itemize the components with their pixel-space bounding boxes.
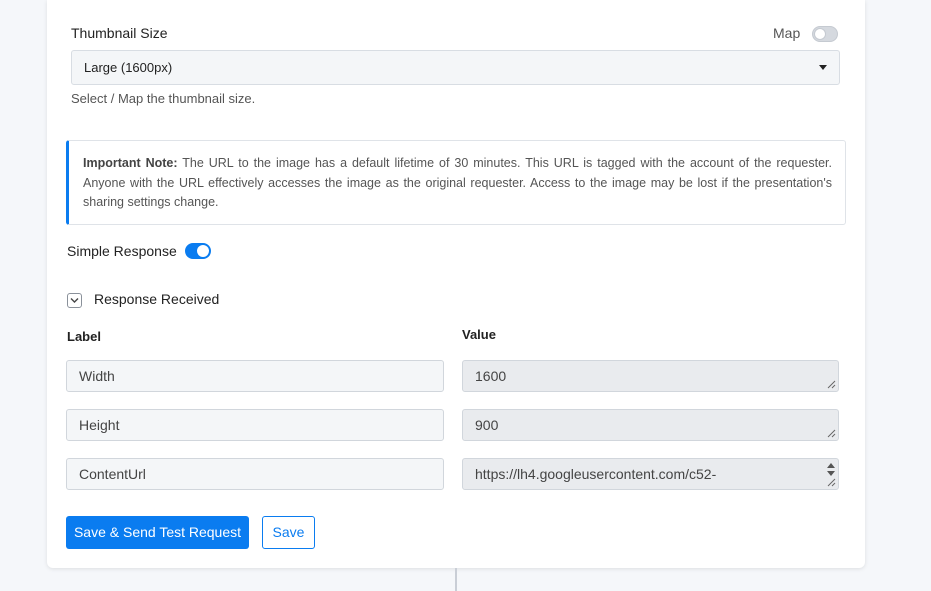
map-toggle[interactable] bbox=[812, 26, 838, 42]
simple-response-label: Simple Response bbox=[67, 243, 177, 259]
response-value-text: https://lh4.googleusercontent.com/c52- bbox=[475, 466, 717, 482]
chevron-down-icon bbox=[70, 298, 79, 303]
response-label-field[interactable]: ContentUrl bbox=[66, 458, 444, 490]
resize-handle-icon[interactable] bbox=[827, 380, 836, 389]
response-settings-card: Thumbnail Size Map Large (1600px) Select… bbox=[47, 0, 865, 568]
label-column-header: Label bbox=[67, 329, 101, 344]
response-value-field[interactable]: 900 bbox=[462, 409, 839, 441]
response-label-field[interactable]: Width bbox=[66, 360, 444, 392]
value-column-header: Value bbox=[462, 327, 496, 342]
flow-connector-line bbox=[455, 568, 457, 591]
thumbnail-size-select[interactable]: Large (1600px) bbox=[71, 50, 840, 85]
response-value-text: 900 bbox=[475, 417, 499, 433]
response-value-field[interactable]: 1600 bbox=[462, 360, 839, 392]
response-collapse-button[interactable] bbox=[67, 293, 82, 308]
response-value-text: 1600 bbox=[475, 368, 507, 384]
save-and-send-test-request-button[interactable]: Save & Send Test Request bbox=[66, 516, 249, 549]
caret-down-icon bbox=[819, 65, 827, 70]
map-label: Map bbox=[773, 25, 801, 41]
toggle-knob bbox=[197, 245, 209, 257]
response-value-field[interactable]: https://lh4.googleusercontent.com/c52- bbox=[462, 458, 839, 490]
response-received-label: Response Received bbox=[94, 291, 220, 307]
save-button[interactable]: Save bbox=[262, 516, 315, 549]
important-note-title: Important Note: bbox=[83, 156, 178, 170]
toggle-knob bbox=[814, 28, 826, 40]
thumbnail-size-label: Thumbnail Size bbox=[71, 25, 168, 41]
thumbnail-size-value: Large (1600px) bbox=[84, 60, 173, 75]
thumbnail-size-helper: Select / Map the thumbnail size. bbox=[71, 91, 256, 106]
response-label-field[interactable]: Height bbox=[66, 409, 444, 441]
important-note-body: The URL to the image has a default lifet… bbox=[83, 156, 832, 209]
important-note: Important Note: The URL to the image has… bbox=[66, 140, 846, 225]
simple-response-toggle[interactable] bbox=[185, 243, 211, 259]
resize-handle-icon[interactable] bbox=[827, 429, 836, 438]
resize-handle-icon[interactable] bbox=[827, 478, 836, 487]
